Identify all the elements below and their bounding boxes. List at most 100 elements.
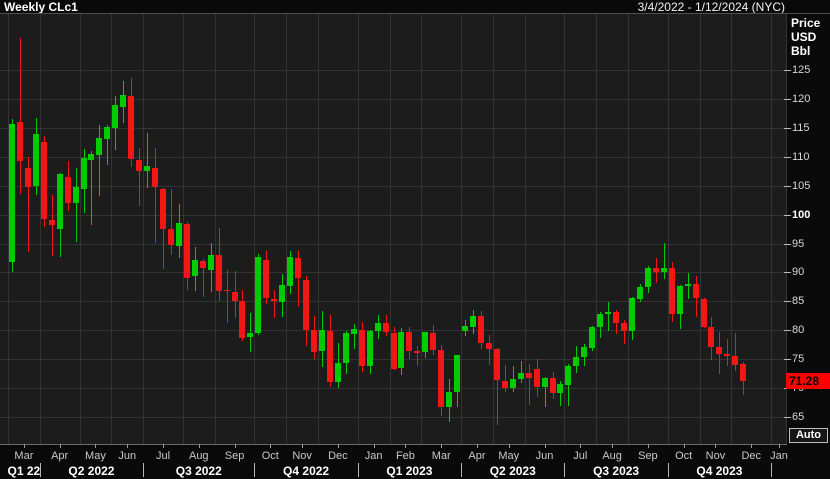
x-axis-tick-mark xyxy=(580,444,581,448)
gridline-v xyxy=(390,14,391,444)
candlestick xyxy=(589,326,595,348)
quarter-divider xyxy=(254,463,255,477)
candlestick xyxy=(645,268,651,287)
candlestick xyxy=(160,188,166,229)
gridline-v xyxy=(143,14,144,444)
candlestick xyxy=(247,333,253,338)
y-axis-tick-label: 105 xyxy=(792,179,811,192)
chart-plot-area[interactable] xyxy=(0,14,787,444)
x-axis-quarter-label: Q3 2023 xyxy=(593,464,640,478)
x-axis-month-label: Nov xyxy=(292,450,312,462)
candlestick xyxy=(462,326,468,331)
candlestick xyxy=(57,174,63,230)
gridline-v xyxy=(215,14,216,444)
y-axis-tick-label: 80 xyxy=(792,324,805,337)
candlestick xyxy=(502,380,508,388)
quarter-divider xyxy=(461,463,462,477)
quarter-divider xyxy=(771,463,772,477)
gridline-v xyxy=(771,14,772,444)
candlestick xyxy=(454,355,460,393)
quarter-divider xyxy=(143,463,144,477)
candlestick xyxy=(168,228,174,246)
candlestick xyxy=(335,363,341,382)
candlestick xyxy=(534,369,540,388)
candlestick xyxy=(343,332,349,364)
candlestick xyxy=(422,332,428,352)
x-axis-month-label: Apr xyxy=(468,450,486,462)
gridline-v xyxy=(731,14,732,444)
candle-wick xyxy=(608,302,609,331)
candlestick xyxy=(232,292,238,301)
candlestick xyxy=(104,127,110,140)
candlestick xyxy=(669,267,675,315)
y-axis-tick-mark xyxy=(784,272,791,274)
candle-wick xyxy=(354,323,355,349)
candle-wick xyxy=(489,335,490,366)
x-axis-month-label: Oct xyxy=(675,450,693,462)
quarter-divider xyxy=(668,463,669,477)
x-axis-month-label: Jun xyxy=(118,450,137,462)
x-axis-month-label: May xyxy=(498,450,520,462)
candlestick xyxy=(287,257,293,287)
y-axis-unit-bbl: Bbl xyxy=(791,44,811,58)
x-axis-month-label: Sep xyxy=(224,450,245,462)
x-axis-quarter-label: Q1 22 xyxy=(7,464,41,478)
candlestick xyxy=(526,373,532,379)
x-axis-month-label: Oct xyxy=(261,450,279,462)
quarter-divider xyxy=(358,463,359,477)
candlestick xyxy=(216,255,222,291)
x-axis-tick-mark xyxy=(24,444,25,448)
x-axis-month-label: Aug xyxy=(602,450,622,462)
x-axis-quarter-label: Q4 2022 xyxy=(283,464,330,478)
candlestick xyxy=(152,167,158,187)
x-axis-tick-mark xyxy=(60,444,61,448)
candle-wick xyxy=(735,332,736,371)
candlestick xyxy=(629,298,635,332)
x-axis-tick-mark xyxy=(684,444,685,448)
candlestick xyxy=(25,168,31,188)
candlestick xyxy=(542,377,548,387)
x-axis-tick-mark xyxy=(751,444,752,448)
chart-window: Weekly CLc1 3/4/2022 - 1/12/2024 (NYC) P… xyxy=(0,0,830,479)
candlestick xyxy=(224,289,230,292)
candlestick xyxy=(96,138,102,156)
gridline-v xyxy=(286,14,287,444)
y-axis-tick-mark xyxy=(784,214,791,216)
gridline-v xyxy=(254,14,255,444)
x-axis-month-label: Apr xyxy=(51,450,69,462)
candlestick xyxy=(239,301,245,338)
candlestick xyxy=(9,123,15,263)
x-axis-month-label: Jul xyxy=(573,450,588,462)
x-axis-tick-mark xyxy=(163,444,164,448)
candlestick xyxy=(573,356,579,366)
x-axis-quarter-label: Q1 2023 xyxy=(386,464,433,478)
candlestick xyxy=(693,284,699,299)
y-axis-tick-mark xyxy=(784,98,791,100)
gridline-v xyxy=(111,14,112,444)
y-axis-tick-mark xyxy=(784,156,791,158)
candlestick xyxy=(184,224,190,279)
y-axis-tick-mark xyxy=(784,301,791,303)
candlestick xyxy=(351,328,357,334)
y-axis-unit-price: Price xyxy=(791,16,821,30)
candle-wick xyxy=(274,289,275,319)
candle-wick xyxy=(52,194,53,256)
x-axis-tick-mark xyxy=(779,444,780,448)
candlestick xyxy=(414,351,420,353)
candlestick xyxy=(685,283,691,286)
candlestick xyxy=(383,322,389,333)
y-axis-tick-mark xyxy=(784,417,791,419)
x-axis-month-label: Aug xyxy=(188,450,209,462)
candlestick xyxy=(708,327,714,347)
candlestick xyxy=(637,286,643,299)
candlestick xyxy=(550,377,556,394)
gridline-v xyxy=(358,14,359,444)
candlestick xyxy=(81,158,87,189)
candlestick xyxy=(144,165,150,171)
x-axis-tick-mark xyxy=(715,444,716,448)
gridline-v xyxy=(668,14,669,444)
x-axis-month-label: Sep xyxy=(638,450,658,462)
auto-scale-button[interactable]: Auto xyxy=(789,428,828,443)
candlestick xyxy=(557,384,563,393)
y-axis-tick-mark xyxy=(784,70,791,71)
